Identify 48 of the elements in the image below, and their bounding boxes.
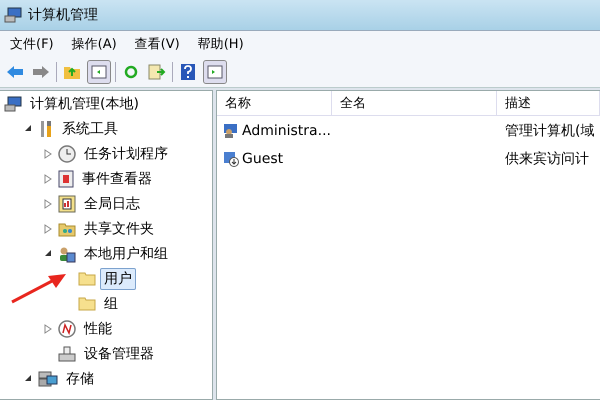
shared-folder-icon — [58, 220, 76, 236]
expanded-arrow-icon[interactable] — [24, 124, 32, 132]
folder-icon — [78, 271, 96, 286]
expanded-arrow-icon[interactable] — [24, 374, 32, 382]
users-icon — [58, 244, 76, 262]
collapsed-arrow-icon[interactable] — [44, 198, 52, 208]
collapsed-arrow-icon[interactable] — [44, 174, 52, 184]
gauge-icon — [58, 320, 76, 338]
collapsed-arrow-icon[interactable] — [44, 324, 52, 334]
clock-icon — [58, 144, 76, 162]
expanded-arrow-icon[interactable] — [44, 248, 52, 256]
user-name[interactable]: Administra... — [242, 123, 331, 139]
column-header[interactable]: 全名 — [332, 91, 497, 115]
action-pane-icon[interactable] — [203, 60, 227, 84]
menu-item[interactable]: 查看(V) — [134, 34, 180, 54]
menu-item[interactable]: 文件(F) — [10, 34, 54, 54]
user-description: 管理计算机(域 — [504, 122, 596, 140]
log-book-icon — [58, 170, 74, 188]
tree-item[interactable]: 组 — [100, 292, 122, 314]
computer-icon — [4, 7, 22, 23]
user-name[interactable]: Guest — [242, 151, 284, 167]
tree-item[interactable]: 全局日志 — [80, 192, 144, 214]
tree-item[interactable]: 共享文件夹 — [80, 218, 158, 240]
tree-item[interactable]: 设备管理器 — [80, 342, 158, 364]
folder-icon — [78, 296, 96, 311]
user-down-icon — [223, 151, 239, 167]
pane-toggle-icon[interactable] — [87, 60, 111, 84]
column-header[interactable]: 描述 — [497, 91, 600, 115]
user-icon — [223, 123, 239, 139]
collapsed-arrow-icon[interactable] — [44, 148, 52, 158]
collapsed-arrow-icon[interactable] — [44, 224, 52, 234]
tree-item[interactable]: 用户 — [100, 268, 136, 290]
tree-item[interactable]: 事件查看器 — [78, 168, 156, 190]
tree-item[interactable]: 任务计划程序 — [80, 142, 172, 164]
menu-item[interactable]: 操作(A) — [72, 34, 117, 54]
menu-item[interactable]: 帮助(H) — [198, 34, 244, 54]
column-header[interactable]: 名称 — [217, 91, 332, 115]
user-description: 供来宾访问计 — [504, 150, 590, 168]
chart-icon — [58, 194, 76, 212]
tree-item[interactable]: 存储 — [62, 368, 98, 390]
window-title: 计算机管理 — [28, 6, 98, 24]
tree-item[interactable]: 本地用户和组 — [80, 242, 172, 264]
tree-item[interactable]: 性能 — [80, 318, 116, 340]
tree-item[interactable]: 系统工具 — [58, 118, 122, 140]
storage-icon — [38, 370, 58, 386]
device-icon — [58, 346, 76, 362]
tree-item[interactable]: 计算机管理(本地) — [26, 92, 143, 114]
computer-icon — [4, 96, 22, 112]
